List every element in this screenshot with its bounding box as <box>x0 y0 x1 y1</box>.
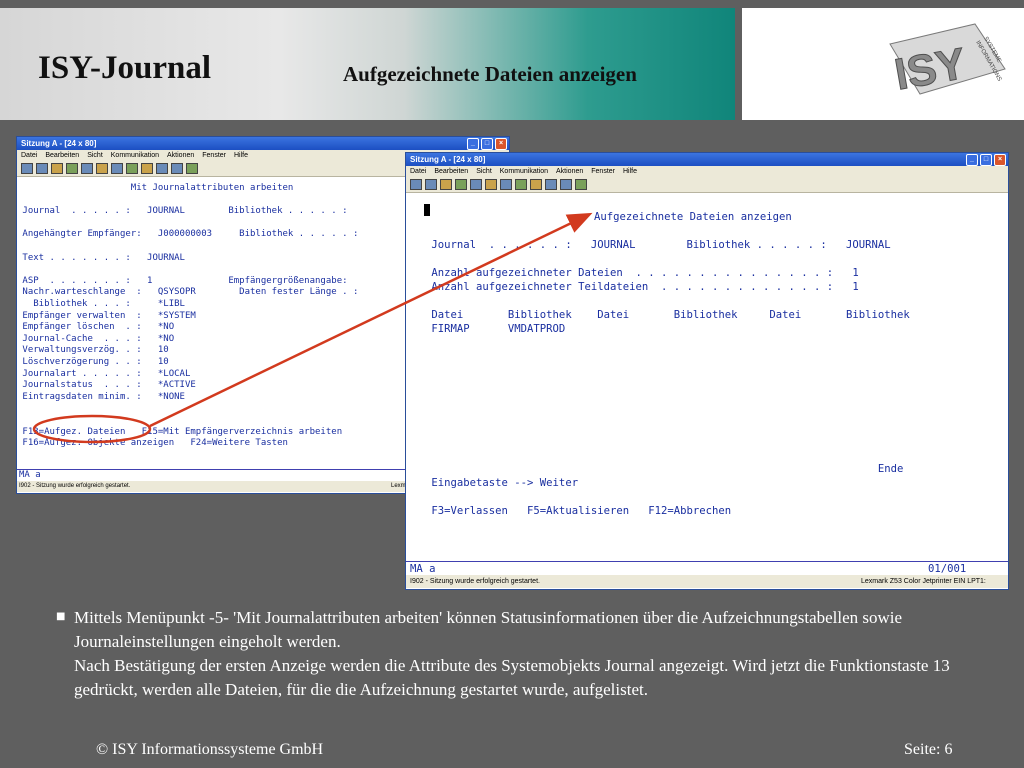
screen-line: Text . . . . . . . : JOURNAL <box>17 252 185 263</box>
window-titlebar: Sitzung A - [24 x 80] _ □ × <box>17 137 509 150</box>
menu-hilfe[interactable]: Hilfe <box>234 150 248 161</box>
screen-line: Empfänger löschen . : *NO <box>17 322 175 333</box>
screen-heading: Aufgezeichnete Dateien anzeigen <box>594 211 792 223</box>
bullet-icon: ■ <box>56 611 66 622</box>
menu-aktionen[interactable]: Aktionen <box>167 150 194 161</box>
command-line[interactable]: MA a 01/001 <box>406 561 1008 576</box>
screen-line: Journalstatus . . . : *ACTIVE <box>17 380 196 391</box>
status-message: I902 - Sitzung wurde erfolgreich gestart… <box>410 578 540 585</box>
ende-marker: Ende <box>425 463 904 475</box>
maximize-button[interactable]: □ <box>481 138 493 150</box>
map-icon[interactable] <box>515 179 527 190</box>
menu-aktionen[interactable]: Aktionen <box>556 166 583 177</box>
enter-hint: Eingabetaste --> Weiter <box>425 477 579 489</box>
terminal-screen[interactable]: Aufgezeichnete Dateien anzeigen Journal … <box>406 193 1008 573</box>
print-icon[interactable] <box>21 163 33 174</box>
screen-line: Nachr.warteschlange : QSYSOPR Daten fest… <box>17 287 359 298</box>
table-row: FIRMAP VMDATPROD <box>425 323 566 335</box>
function-keys-line-2: F16=Aufgez. Objekte anzeigen F24=Weitere… <box>17 438 288 449</box>
screen-line: ASP . . . . . . . : 1 Empfängergrößenang… <box>17 275 348 286</box>
menu-sicht[interactable]: Sicht <box>476 166 492 177</box>
bullet-line-1: Mittels Menüpunkt -5- 'Mit Journalattrib… <box>74 608 903 651</box>
display-icon[interactable] <box>485 179 497 190</box>
screen-line: Mit Journalattributen arbeiten <box>17 183 294 193</box>
menu-datei[interactable]: Datei <box>410 166 426 177</box>
slide-subtitle: Aufgezeichnete Dateien anzeigen <box>343 62 637 86</box>
printer-status: Lexmark Z53 Color Jetprinter EIN LPT1: <box>861 578 986 585</box>
menu-sicht[interactable]: Sicht <box>87 150 103 161</box>
status-bar: I902 - Sitzung wurde erfolgreich gestart… <box>406 575 1008 588</box>
command-line-text: MA a <box>410 563 436 575</box>
menu-bar: Datei Bearbeiten Sicht Kommunikation Akt… <box>406 166 1008 177</box>
display-icon[interactable] <box>96 163 108 174</box>
screen-line: Empfänger verwalten : *SYSTEM <box>17 310 196 321</box>
copy-icon[interactable] <box>36 163 48 174</box>
cursor-block <box>424 203 430 217</box>
screen-line: Verwaltungsverzög. . : 10 <box>17 345 169 356</box>
menu-kommunikation[interactable]: Kommunikation <box>500 166 548 177</box>
slide-title: ISY-Journal <box>38 50 212 86</box>
status-message: I902 - Sitzung wurde erfolgreich gestart… <box>19 483 131 489</box>
maximize-button[interactable]: □ <box>980 154 992 166</box>
menu-kommunikation[interactable]: Kommunikation <box>111 150 159 161</box>
minimize-button[interactable]: _ <box>966 154 978 166</box>
screen-line: Journal-Cache . . . : *NO <box>17 333 175 344</box>
receive-icon[interactable] <box>470 179 482 190</box>
send-icon[interactable] <box>455 179 467 190</box>
screen-line: Journal . . . . . : JOURNAL Bibliothek .… <box>17 206 348 217</box>
function-keys-line: F3=Verlassen F5=Aktualisieren F12=Abbrec… <box>425 505 732 517</box>
play-icon[interactable] <box>560 179 572 190</box>
close-button[interactable]: × <box>495 138 507 150</box>
receive-icon[interactable] <box>81 163 93 174</box>
column-headers: Datei Bibliothek Datei Bibliothek Datei … <box>425 309 910 321</box>
screen-line: Angehängter Empfänger: J000000003 Biblio… <box>17 229 359 240</box>
color-icon[interactable] <box>111 163 123 174</box>
bullet-paragraph: Mittels Menüpunkt -5- 'Mit Journalattrib… <box>74 606 974 702</box>
menu-fenster[interactable]: Fenster <box>202 150 226 161</box>
help-icon[interactable] <box>186 163 198 174</box>
menu-bearbeiten[interactable]: Bearbeiten <box>45 150 79 161</box>
map-icon[interactable] <box>126 163 138 174</box>
screen-line: Anzahl aufgezeichneter Dateien . . . . .… <box>425 267 859 279</box>
window-title: Sitzung A - [24 x 80] <box>410 155 486 164</box>
screen-line: Löschverzögerung . . : 10 <box>17 357 169 367</box>
paste-icon[interactable] <box>440 179 452 190</box>
close-button[interactable]: × <box>994 154 1006 166</box>
screen-line: Anzahl aufgezeichneter Teildateien . . .… <box>425 281 859 293</box>
screen-line: Journalart . . . . . : *LOCAL <box>17 368 191 379</box>
print-icon[interactable] <box>410 179 422 190</box>
menu-bearbeiten[interactable]: Bearbeiten <box>434 166 468 177</box>
function-keys-line-1: F13=Aufgez. Dateien F15=Mit Empfängerver… <box>17 426 343 437</box>
paste-icon[interactable] <box>51 163 63 174</box>
slide-header: ISY-Journal Aufgezeichnete Dateien anzei… <box>0 0 1024 128</box>
record-icon[interactable] <box>530 179 542 190</box>
record-icon[interactable] <box>141 163 153 174</box>
color-icon[interactable] <box>500 179 512 190</box>
menu-hilfe[interactable]: Hilfe <box>623 166 637 177</box>
stop-icon[interactable] <box>156 163 168 174</box>
stop-icon[interactable] <box>545 179 557 190</box>
cursor-position: 01/001 <box>928 563 967 575</box>
isy-logo: ISY INFORMATIONS SYSTEME <box>889 23 1006 100</box>
help-icon[interactable] <box>575 179 587 190</box>
bullet-line-2: Nach Bestätigung der ersten Anzeige werd… <box>74 656 950 699</box>
menu-fenster[interactable]: Fenster <box>591 166 615 177</box>
screen-line: Journal . . . . . . : JOURNAL Bibliothek… <box>425 239 891 251</box>
window-titlebar: Sitzung A - [24 x 80] _ □ × <box>406 153 1008 166</box>
menu-datei[interactable]: Datei <box>21 150 37 161</box>
copy-icon[interactable] <box>425 179 437 190</box>
screen-line: Bibliothek . . . : *LIBL <box>17 299 185 309</box>
send-icon[interactable] <box>66 163 78 174</box>
toolbar <box>406 177 1008 193</box>
footer-page-number: Seite: 6 <box>904 741 953 758</box>
play-icon[interactable] <box>171 163 183 174</box>
screen-line: Eintragsdaten minim. : *NONE <box>17 391 185 402</box>
footer-copyright: © ISY Informationssysteme GmbH <box>96 741 324 758</box>
minimize-button[interactable]: _ <box>467 138 479 150</box>
terminal-window-recorded-files: Sitzung A - [24 x 80] _ □ × Datei Bearbe… <box>405 152 1009 590</box>
window-title: Sitzung A - [24 x 80] <box>21 139 97 148</box>
